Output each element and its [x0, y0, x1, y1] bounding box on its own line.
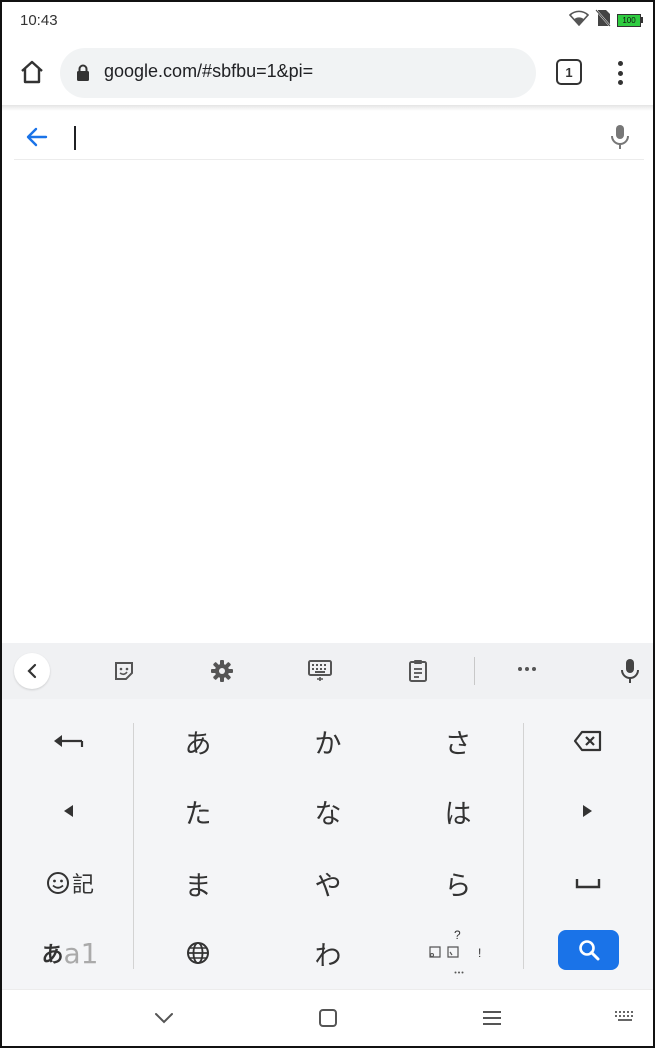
overflow-menu-icon [617, 61, 623, 66]
key-wa[interactable]: わ [298, 925, 358, 981]
microphone-icon [621, 659, 639, 683]
search-enter-key[interactable] [558, 930, 619, 970]
chevron-down-icon [155, 1013, 173, 1024]
flick-keyboard: あ か さ た な は 記 ま や ら あ a1 わ ? ! [2, 699, 653, 989]
back-arrow-icon[interactable] [24, 124, 50, 154]
key-divider [523, 723, 524, 969]
punct-ellipsis-icon [454, 971, 464, 974]
recents-nav-button[interactable] [480, 1006, 504, 1030]
wifi-icon [568, 10, 590, 30]
sticker-icon [115, 662, 133, 680]
space-key[interactable] [558, 855, 618, 911]
toolbar-separator [474, 657, 475, 685]
gear-icon [211, 660, 233, 682]
keyboard-small-icon [615, 1011, 633, 1021]
text-caret [74, 126, 76, 150]
tab-switcher-button[interactable]: 1 [556, 59, 582, 85]
toolbar-shadow [2, 105, 653, 111]
browser-toolbar: google.com/#sbfbu=1&pi= 1 [2, 42, 653, 106]
chevron-left-icon [27, 663, 37, 679]
more-icon[interactable] [518, 667, 536, 671]
search-row [14, 112, 644, 160]
status-icons: 100 [568, 9, 643, 31]
key-a[interactable]: あ [168, 713, 228, 769]
emoji-symbol-key[interactable]: 記 [32, 855, 108, 911]
key-divider [133, 723, 134, 969]
input-mode-key[interactable]: あ a1 [32, 925, 108, 981]
backspace-key[interactable] [558, 713, 618, 769]
key-ha[interactable]: は [428, 783, 488, 839]
key-ra[interactable]: ら [428, 855, 488, 911]
battery-icon: 100 [617, 13, 643, 27]
battery-level: 100 [617, 13, 641, 27]
key-ta[interactable]: た [168, 783, 228, 839]
key-ka[interactable]: か [298, 713, 358, 769]
undo-key[interactable] [38, 713, 98, 769]
keyboard-toolbar [2, 643, 653, 699]
punct-exclaim: ! [478, 946, 482, 960]
hamburger-icon [483, 1011, 501, 1025]
status-bar: 10:43 100 [2, 2, 653, 40]
overflow-menu-button[interactable] [608, 58, 632, 88]
search-icon [578, 940, 599, 961]
punct-question: ? [454, 928, 461, 942]
mode-kana: あ [41, 943, 64, 968]
home-button[interactable] [16, 56, 48, 88]
url-text: google.com/#sbfbu=1&pi= [104, 61, 314, 81]
clipboard-button[interactable] [402, 655, 434, 687]
keyboard-icon [308, 660, 332, 681]
voice-input-button[interactable] [614, 655, 646, 687]
globe-icon [187, 942, 209, 964]
smiley-icon [46, 872, 69, 894]
screen: 10:43 100 google.com/#sbfbu=1&pi= 1 あ か … [0, 0, 655, 1048]
home-nav-button[interactable] [316, 1006, 340, 1030]
mode-latin: a1 [63, 936, 99, 970]
lock-icon [76, 64, 90, 86]
language-key[interactable] [168, 925, 228, 981]
keyboard-picker-button[interactable] [614, 1010, 636, 1024]
kigo-label: 記 [71, 873, 94, 898]
settings-button[interactable] [206, 655, 238, 687]
key-sa[interactable]: さ [428, 713, 488, 769]
triangle-right-icon [583, 805, 592, 817]
hide-keyboard-button[interactable] [152, 1006, 176, 1030]
space-icon [575, 879, 601, 889]
status-time: 10:43 [20, 12, 58, 29]
key-na[interactable]: な [298, 783, 358, 839]
keyboard-switch-button[interactable] [304, 655, 336, 687]
key-ma[interactable]: ま [168, 855, 228, 911]
key-ya[interactable]: や [298, 855, 358, 911]
undo-arrow-icon [54, 735, 84, 747]
tab-count: 1 [565, 64, 573, 80]
punct-comma-period-icon [429, 946, 459, 958]
microphone-icon[interactable] [610, 124, 630, 154]
cursor-right-key[interactable] [558, 783, 618, 839]
triangle-left-icon [64, 805, 73, 817]
sticker-button[interactable] [108, 655, 140, 687]
backspace-icon [573, 730, 602, 752]
keyboard-collapse-button[interactable] [14, 653, 50, 689]
url-bar[interactable]: google.com/#sbfbu=1&pi= [60, 48, 536, 98]
clipboard-icon [409, 660, 427, 682]
system-nav-bar [2, 989, 653, 1046]
no-sim-icon [595, 9, 611, 31]
punctuation-key[interactable]: ? ! [420, 925, 496, 981]
search-input[interactable] [72, 120, 592, 152]
square-icon [319, 1009, 337, 1027]
cursor-left-key[interactable] [38, 783, 98, 839]
home-icon [21, 60, 43, 84]
